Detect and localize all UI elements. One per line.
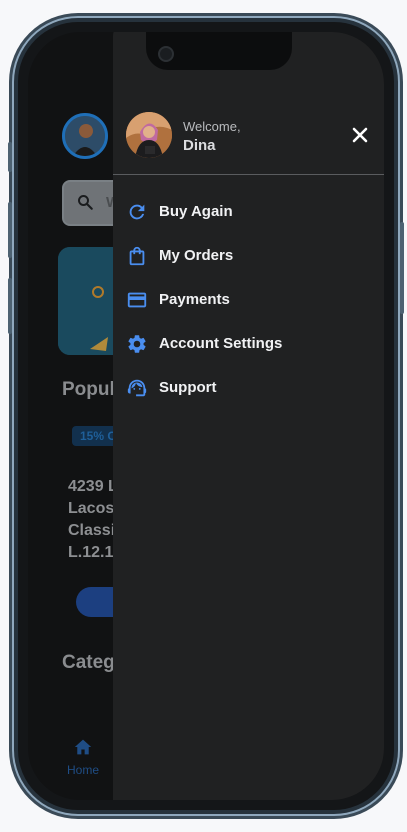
avatar[interactable] <box>126 112 172 158</box>
menu-label: Support <box>159 379 217 396</box>
divider <box>113 174 384 175</box>
nav-home[interactable]: Home <box>62 738 104 777</box>
menu-item-my-orders[interactable]: My Orders <box>113 234 384 278</box>
search-icon <box>78 195 93 210</box>
welcome-text: Welcome, <box>183 119 241 134</box>
refresh-icon <box>129 204 145 220</box>
drawer-menu: Buy Again My Orders Payments Account Set… <box>113 190 384 410</box>
phone-bezel: W Popula 15% Of 4239 L Lacost Classi L.1… <box>18 22 394 810</box>
volume-down-button <box>8 278 12 334</box>
profile-header: Welcome, Dina <box>126 112 384 162</box>
shopping-bag-icon <box>129 246 145 266</box>
menu-item-account-settings[interactable]: Account Settings <box>113 322 384 366</box>
nav-home-label: Home <box>66 763 99 777</box>
support-agent-icon <box>127 379 147 397</box>
username: Dina <box>183 137 216 154</box>
menu-item-payments[interactable]: Payments <box>113 278 384 322</box>
menu-label: Payments <box>159 291 230 308</box>
background-avatar[interactable] <box>62 113 108 159</box>
menu-label: Account Settings <box>159 335 283 352</box>
menu-item-support[interactable]: Support <box>113 366 384 410</box>
menu-label: Buy Again <box>159 203 233 220</box>
phone-frame: W Popula 15% Of 4239 L Lacost Classi L.1… <box>8 16 404 816</box>
credit-card-icon <box>127 292 147 308</box>
home-icon <box>74 739 92 755</box>
menu-label: My Orders <box>159 247 234 264</box>
close-icon <box>352 127 368 143</box>
power-button <box>400 222 404 314</box>
mute-switch <box>8 142 12 172</box>
screen: W Popula 15% Of 4239 L Lacost Classi L.1… <box>28 32 384 800</box>
volume-up-button <box>8 202 12 258</box>
menu-item-buy-again[interactable]: Buy Again <box>113 190 384 234</box>
front-camera <box>158 46 174 62</box>
categories-title: Categ <box>62 652 115 673</box>
close-button[interactable] <box>348 123 372 147</box>
side-drawer: Welcome, Dina Buy Again My Orders Paymen… <box>113 32 384 800</box>
gear-icon <box>128 335 146 353</box>
